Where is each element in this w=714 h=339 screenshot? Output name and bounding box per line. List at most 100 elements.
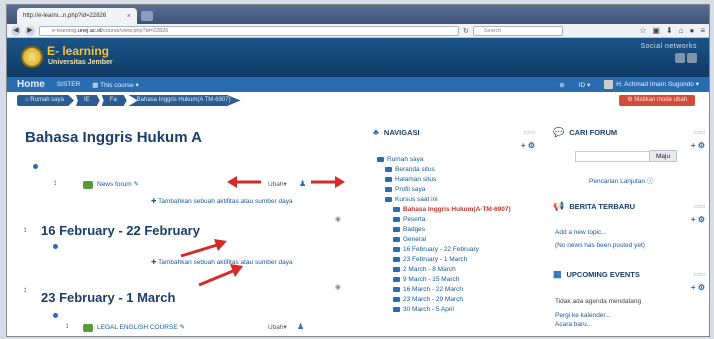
block-add-settings-icon[interactable]: + ⚙ xyxy=(691,283,705,292)
folder-icon xyxy=(393,276,400,282)
nav-tree-item[interactable]: Profil saya xyxy=(377,185,517,195)
search-go-button[interactable]: Maju xyxy=(649,150,678,162)
block-add-settings-icon[interactable]: + ⚙ xyxy=(691,215,705,224)
nav-tree-item[interactable]: 23 February - 1 March xyxy=(377,255,517,265)
menu-icon[interactable]: ≡ xyxy=(700,26,705,35)
browser-tab[interactable]: http://e-learni...n.php?id=22826 × xyxy=(17,8,137,24)
add-activity-label: Tambahkan sebuah aktifitas atau sumber d… xyxy=(158,198,293,205)
browser-search-input[interactable]: Search xyxy=(472,25,563,36)
search-forum-header: 💬 CARI FORUM xyxy=(553,127,703,138)
twitter-icon[interactable] xyxy=(687,53,697,63)
search-forum-title: CARI FORUM xyxy=(569,128,618,137)
url-bar[interactable]: e-learning.unej.ac.id/course/view.php?id… xyxy=(39,25,459,36)
nav-tree-item[interactable]: Peserta xyxy=(377,215,517,225)
site-brand[interactable]: E- learning xyxy=(47,44,109,58)
new-event-link[interactable]: Acara baru... xyxy=(555,321,592,328)
site-brand-subtitle: Universitas Jember xyxy=(48,59,113,66)
block-dock-icon[interactable]: ▭▭ xyxy=(694,129,705,136)
nav-home[interactable]: Home xyxy=(17,79,45,90)
tab-title: http://e-learni...n.php?id=22826 xyxy=(23,13,107,19)
globe-icon[interactable]: ⊕ xyxy=(559,81,564,89)
nav-user-menu[interactable]: H. Achmad Imam Sugondo ▾ xyxy=(604,80,699,89)
move-icon[interactable]: ↕ xyxy=(53,178,57,187)
nav-tree-item[interactable]: 2 March - 8 March xyxy=(377,265,517,275)
social-icons xyxy=(675,53,697,63)
eye-icon[interactable]: ◉ xyxy=(335,283,341,291)
legal-course-link[interactable]: LEGAL ENGLISH COURSE ✎ xyxy=(97,323,185,331)
addon-icon[interactable]: ● xyxy=(689,26,694,35)
edit-menu[interactable]: Ubah▾ xyxy=(268,323,287,331)
download-icon[interactable]: ⬇ xyxy=(666,26,673,35)
edit-menu[interactable]: Ubah▾ xyxy=(268,180,287,188)
upcoming-events-title: UPCOMING EVENTS xyxy=(566,270,640,279)
section-title: 16 February - 22 February xyxy=(41,223,200,238)
back-icon[interactable]: ◀ xyxy=(11,25,21,36)
nav-language[interactable]: ID ▾ xyxy=(579,81,591,89)
home-icon[interactable]: ⌂ xyxy=(679,26,684,35)
avatar xyxy=(604,80,614,89)
home-icon xyxy=(377,156,384,162)
star-icon[interactable]: ☆ xyxy=(639,26,646,35)
add-topic-link[interactable]: Add a new topic... xyxy=(555,229,607,236)
move-icon[interactable]: ↕ xyxy=(23,225,27,234)
browser-window: http://e-learni...n.php?id=22826 × ◀ ▶ e… xyxy=(6,4,710,337)
nav-user-name: H. Achmad Imam Sugondo xyxy=(616,81,694,89)
folder-icon xyxy=(385,186,392,192)
red-arrow-icon xyxy=(311,176,345,188)
add-activity-link[interactable]: ✚ Tambahkan sebuah aktifitas atau sumber… xyxy=(151,197,293,205)
url-host: unej.ac.id xyxy=(78,27,102,34)
section-title: 23 February - 1 March xyxy=(41,290,176,305)
eye-icon[interactable]: ◉ xyxy=(335,215,341,223)
social-networks-label: Social networks xyxy=(640,43,697,50)
block-add-settings-icon[interactable]: + ⚙ xyxy=(521,141,535,150)
site-header: E- learning Universitas Jember Social ne… xyxy=(7,38,709,77)
forum-icon xyxy=(83,324,93,332)
red-arrow-icon xyxy=(180,239,227,258)
news-forum-link[interactable]: News forum ✎ xyxy=(97,180,139,188)
folder-icon xyxy=(393,236,400,242)
new-tab-button[interactable] xyxy=(141,11,153,21)
nav-tree-item[interactable]: 9 March - 15 March xyxy=(377,275,517,285)
sitemap-icon: ♣ xyxy=(373,127,379,137)
nav-tree-item[interactable]: Kursus saat ini xyxy=(377,195,517,205)
nav-tree-item[interactable]: 16 March - 22 March xyxy=(377,285,517,295)
move-icon[interactable]: ↕ xyxy=(65,321,69,330)
section-bullet xyxy=(53,244,58,249)
nav-tree-item[interactable]: 23 March - 29 March xyxy=(377,295,517,305)
latest-news-block: 📢 BERITA TERBARU xyxy=(553,201,703,212)
advanced-search-link[interactable]: Pencarian Lanjutan ⓘ xyxy=(589,175,653,185)
forward-icon[interactable]: ▶ xyxy=(25,25,35,36)
edit-menu-label: Ubah xyxy=(268,324,284,331)
nav-sister[interactable]: SISTER xyxy=(57,81,80,88)
bookmarks-icon[interactable]: ▣ xyxy=(652,26,660,35)
edit-menu-label: Ubah xyxy=(268,181,284,188)
nav-tree-item-label: 2 March - 8 March xyxy=(403,266,456,273)
groups-icon[interactable]: ♟ xyxy=(299,179,306,188)
block-dock-icon[interactable]: ▭▭ xyxy=(694,271,705,278)
reload-icon[interactable]: ↻ xyxy=(463,27,469,35)
nav-tree-item[interactable]: Badges xyxy=(377,225,517,235)
groups-icon[interactable]: ♟ xyxy=(297,322,304,331)
facebook-icon[interactable] xyxy=(675,53,685,63)
folder-icon xyxy=(385,166,392,172)
university-logo[interactable] xyxy=(21,46,43,68)
nav-tree-item[interactable]: 16 February - 22 February xyxy=(377,245,517,255)
nav-tree-item[interactable]: General xyxy=(377,235,517,245)
nav-tree-item[interactable]: Halaman situs xyxy=(377,175,517,185)
block-dock-icon[interactable]: ▭▭ xyxy=(524,129,535,136)
nav-this-course[interactable]: ▦ This course ▾ xyxy=(92,81,139,89)
nav-tree-item[interactable]: Bahasa Inggris Hukum(A-TM-6907) xyxy=(377,205,517,215)
nav-language-label: ID xyxy=(578,81,586,89)
goto-calendar-link[interactable]: Pergi ke kalender... xyxy=(555,312,611,319)
folder-icon xyxy=(393,296,400,302)
block-dock-icon[interactable]: ▭▭ xyxy=(694,203,705,210)
block-add-settings-icon[interactable]: + ⚙ xyxy=(691,141,705,150)
toolbar-icons: ☆ ▣ ⬇ ⌂ ● ≡ xyxy=(639,26,705,35)
search-forum-block: 💬 CARI FORUM xyxy=(553,127,703,138)
move-icon[interactable]: ↕ xyxy=(23,285,27,294)
breadcrumb-label: Rumah saya xyxy=(30,97,64,103)
nav-tree-item[interactable]: 30 March - 5 April xyxy=(377,305,517,315)
tab-close-icon[interactable]: × xyxy=(127,13,131,20)
nav-tree-item[interactable]: Rumah saya xyxy=(377,155,517,165)
nav-tree-item[interactable]: Beranda situs xyxy=(377,165,517,175)
